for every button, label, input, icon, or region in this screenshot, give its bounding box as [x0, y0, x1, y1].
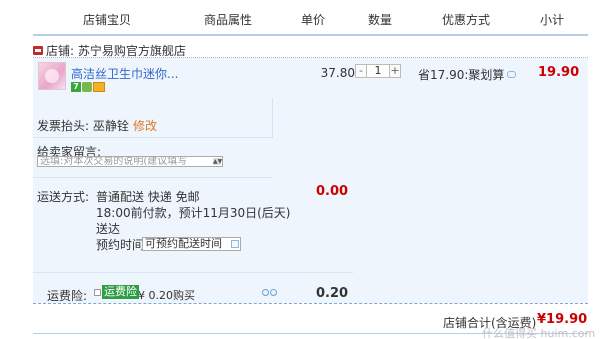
invoice-badge-icon	[93, 82, 105, 92]
insurance-label: 运费险:	[47, 289, 88, 303]
quantity-stepper: - 1 +	[355, 64, 401, 80]
shop-name[interactable]: 店铺: 苏宁易购官方旗舰店	[46, 42, 186, 59]
shipping-badge-icon	[82, 82, 92, 92]
order-panel-right	[273, 98, 588, 178]
help-icon[interactable]	[262, 289, 278, 297]
shipping-eta: 18:00前付款，预计11月30日(后天)	[96, 206, 291, 220]
cart-item-row: 高洁丝卫生巾迷你... 7 37.80 - 1 + 省17.90:聚划算 19.…	[33, 58, 588, 98]
header-divider	[33, 34, 588, 36]
col-attrs: 商品属性	[204, 13, 253, 27]
product-thumbnail[interactable]	[38, 62, 66, 90]
order-panel-right-lower	[353, 178, 588, 303]
shipping-method: 普通配送 快递 免邮	[96, 190, 200, 204]
seller-message-placeholder: 选填:对本次交易的说明(建议填写	[40, 156, 188, 167]
product-badges: 7	[71, 82, 105, 92]
appointment-label: 预约时间	[96, 238, 145, 252]
product-title[interactable]: 高洁丝卫生巾迷你...	[71, 65, 178, 82]
shop-icon	[33, 45, 43, 55]
insurance-fee: 0.20	[316, 286, 349, 301]
unit-price: 37.80	[320, 66, 355, 80]
item-subtotal: 19.90	[538, 65, 580, 80]
scroll-arrows-icon[interactable]: ▲▼	[213, 158, 222, 165]
insurance-checkbox[interactable]	[94, 289, 101, 296]
discount-text: 省17.90:聚划算	[418, 68, 505, 82]
footer-divider	[33, 303, 588, 304]
appointment-time-value: 可预约配送时间	[145, 237, 222, 250]
shop-row: 店铺: 苏宁易购官方旗舰店	[33, 42, 186, 58]
invoice-edit-link[interactable]: 修改	[133, 117, 157, 134]
order-table-header: 店铺宝贝 商品属性 单价 数量 优惠方式 小计	[0, 0, 600, 36]
calendar-icon[interactable]	[231, 240, 239, 248]
shipping-label: 运送方式:	[37, 190, 90, 204]
seven-day-return-icon: 7	[71, 82, 81, 92]
col-price: 单价	[301, 13, 326, 27]
qty-plus-button[interactable]: +	[389, 64, 401, 78]
col-qty: 数量	[368, 13, 393, 27]
seller-message-input[interactable]: 选填:对本次交易的说明(建议填写 ▲▼	[37, 156, 223, 167]
shipping-eta-suffix: 送达	[96, 222, 121, 236]
insurance-tag: 运费险	[102, 285, 139, 299]
invoice-title: 发票抬头: 巫静铨	[37, 119, 129, 133]
qty-input[interactable]: 1	[367, 64, 389, 78]
col-discount: 优惠方式	[442, 13, 491, 27]
col-shop-item: 店铺宝贝	[83, 13, 132, 27]
shipping-fee: 0.00	[316, 184, 349, 199]
watermark: 什么值得买 huim.com	[482, 327, 596, 339]
comment-bubble-icon[interactable]	[507, 71, 517, 78]
qty-minus-button[interactable]: -	[355, 64, 367, 78]
appointment-time-select[interactable]: 可预约配送时间	[142, 237, 241, 251]
col-subtotal: 小计	[540, 13, 565, 27]
insurance-price-text: ¥ 0.20购买	[138, 289, 195, 302]
discount-info: 省17.90:聚划算	[418, 66, 517, 83]
